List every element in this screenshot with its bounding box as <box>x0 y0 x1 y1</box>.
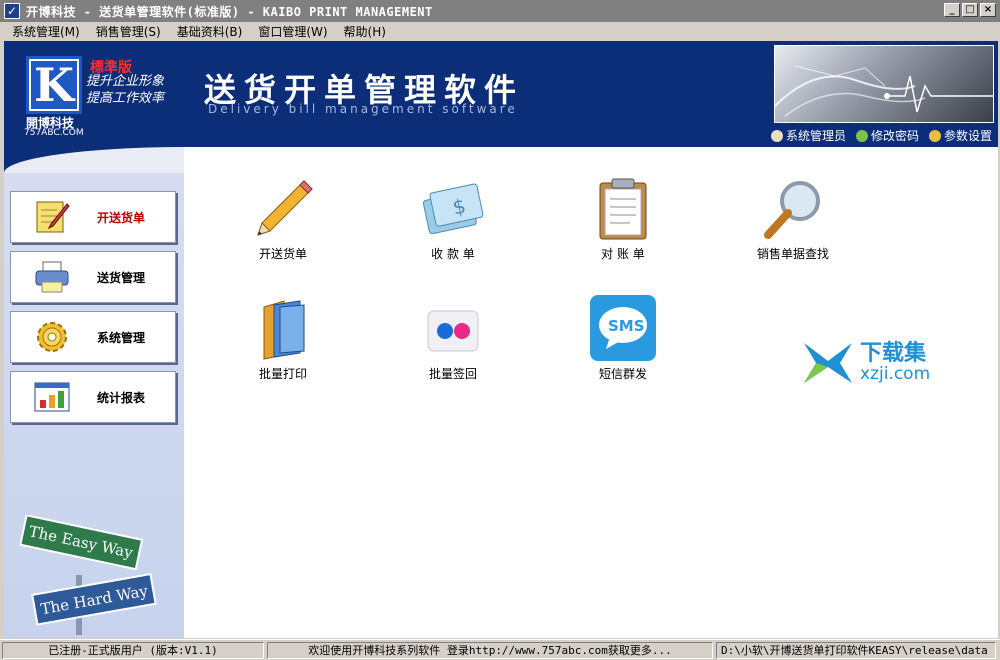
app-subtitle: Delivery bill management software <box>208 102 518 116</box>
globe-icon <box>928 129 941 142</box>
watermark-logo-icon <box>804 343 852 383</box>
tile-label: 对 账 单 <box>601 247 645 261</box>
tile-statement[interactable]: 对 账 单 <box>558 177 688 262</box>
watermark-text: 下载集 xzji.com <box>860 341 931 384</box>
watermark: 下载集 xzji.com <box>802 341 930 385</box>
settings-label: 参数设置 <box>943 129 992 143</box>
tile-label: 批量签回 <box>428 367 477 381</box>
printer-icon <box>33 258 71 296</box>
menu-window[interactable]: 窗口管理(W) <box>256 23 329 40</box>
tile-label: 收 款 单 <box>431 247 475 261</box>
sidebar-item-delivery-management[interactable]: 送货管理 <box>10 251 176 303</box>
company-logo: K <box>26 56 82 114</box>
settings-link[interactable]: 参数设置 <box>928 127 992 144</box>
watermark-cn: 下载集 <box>860 341 927 366</box>
menu-basic-data[interactable]: 基础资料(B) <box>175 23 245 40</box>
money-card-icon: $ <box>420 177 486 243</box>
close-button[interactable]: × <box>980 3 996 17</box>
header-banner: K 開博科技 757ABC.COM 標準版 提升企业形象 提高工作效率 送货开单… <box>4 41 998 147</box>
note-pencil-icon <box>33 198 71 236</box>
logo-letter: K <box>31 61 77 109</box>
sms-icon: SMS <box>588 293 658 363</box>
app-check-icon: ✓ <box>4 3 20 19</box>
company-site: 757ABC.COM <box>24 128 84 138</box>
minimize-button[interactable]: _ <box>944 3 960 17</box>
title-bar: ✓ 开博科技 - 送货单管理软件(标准版) - KAIBO PRINT MANA… <box>0 0 1000 22</box>
tile-label: 批量打印 <box>258 367 307 381</box>
folders-icon <box>250 297 316 363</box>
tile-label: 短信群发 <box>598 367 647 381</box>
user-icon <box>770 129 783 142</box>
tile-label: 销售单据查找 <box>756 247 829 261</box>
clipboard-icon <box>590 177 656 243</box>
pencil-icon <box>250 177 316 243</box>
sidebar: 开送货单 送货管理 系统管理 统计报表 The Easy Way The Har… <box>4 147 184 638</box>
sidebar-curve <box>4 147 184 173</box>
svg-text:SMS: SMS <box>608 317 645 335</box>
sidebar-item-label: 开送货单 <box>97 210 146 225</box>
sidebar-item-new-delivery[interactable]: 开送货单 <box>10 191 176 243</box>
status-user: 已注册-正式版用户 (版本:V1.1) <box>2 641 264 659</box>
pencil-icon <box>855 129 868 142</box>
sidebar-item-system-management[interactable]: 系统管理 <box>10 311 176 363</box>
status-bar: 已注册-正式版用户 (版本:V1.1) 欢迎使用开博科技系列软件 登录http:… <box>0 639 1000 660</box>
tile-batch-print[interactable]: 批量打印 <box>218 297 348 382</box>
status-path: D:\小软\开博送货单打印软件KEASY\release\data <box>716 641 996 659</box>
menu-sales[interactable]: 销售管理(S) <box>94 23 163 40</box>
tile-receipt[interactable]: $ 收 款 单 <box>388 177 518 262</box>
easy-hard-way-signs: The Easy Way The Hard Way <box>19 514 160 635</box>
sidebar-item-label: 系统管理 <box>97 330 146 345</box>
bar-chart-icon <box>33 378 71 416</box>
menu-system[interactable]: 系统管理(M) <box>10 23 82 40</box>
sidebar-item-label: 统计报表 <box>97 390 146 405</box>
maximize-button[interactable]: □ <box>962 3 978 17</box>
watermark-en: xzji.com <box>860 364 931 384</box>
robot-hand-image <box>774 45 994 123</box>
gear-icon <box>33 318 71 356</box>
tile-sms-broadcast[interactable]: SMS 短信群发 <box>558 293 688 382</box>
tile-batch-signback[interactable]: 批量签回 <box>388 297 518 382</box>
admin-link[interactable]: 系统管理员 <box>770 127 846 144</box>
flickr-dots-icon <box>420 297 486 363</box>
slogan-line-2: 提高工作效率 <box>86 91 165 106</box>
menu-bar: 系统管理(M) 销售管理(S) 基础资料(B) 窗口管理(W) 帮助(H) <box>0 22 1000 40</box>
tile-label: 开送货单 <box>258 247 307 261</box>
sidebar-item-label: 送货管理 <box>97 270 146 285</box>
menu-help[interactable]: 帮助(H) <box>342 23 388 40</box>
slogan-line-1: 提升企业形象 <box>86 74 165 89</box>
status-welcome: 欢迎使用开博科技系列软件 登录http://www.757abc.com获取更多… <box>267 641 713 659</box>
main-content: 开送货单 $ 收 款 单 对 账 单 销售单据查找 批量打印 批量签回 SMS … <box>184 147 998 638</box>
window-title: 开博科技 - 送货单管理软件(标准版) - KAIBO PRINT MANAGE… <box>26 4 433 19</box>
admin-link-label: 系统管理员 <box>785 129 846 143</box>
user-links: 系统管理员 修改密码 参数设置 <box>770 127 992 144</box>
slogan: 提升企业形象 提高工作效率 <box>86 73 164 107</box>
window-controls: _ □ × <box>944 3 996 17</box>
magnifier-icon <box>760 177 826 243</box>
change-password-label: 修改密码 <box>870 129 919 143</box>
sidebar-item-statistics[interactable]: 统计报表 <box>10 371 176 423</box>
tile-new-delivery[interactable]: 开送货单 <box>218 177 348 262</box>
change-password-link[interactable]: 修改密码 <box>855 127 919 144</box>
tile-sales-search[interactable]: 销售单据查找 <box>728 177 858 262</box>
